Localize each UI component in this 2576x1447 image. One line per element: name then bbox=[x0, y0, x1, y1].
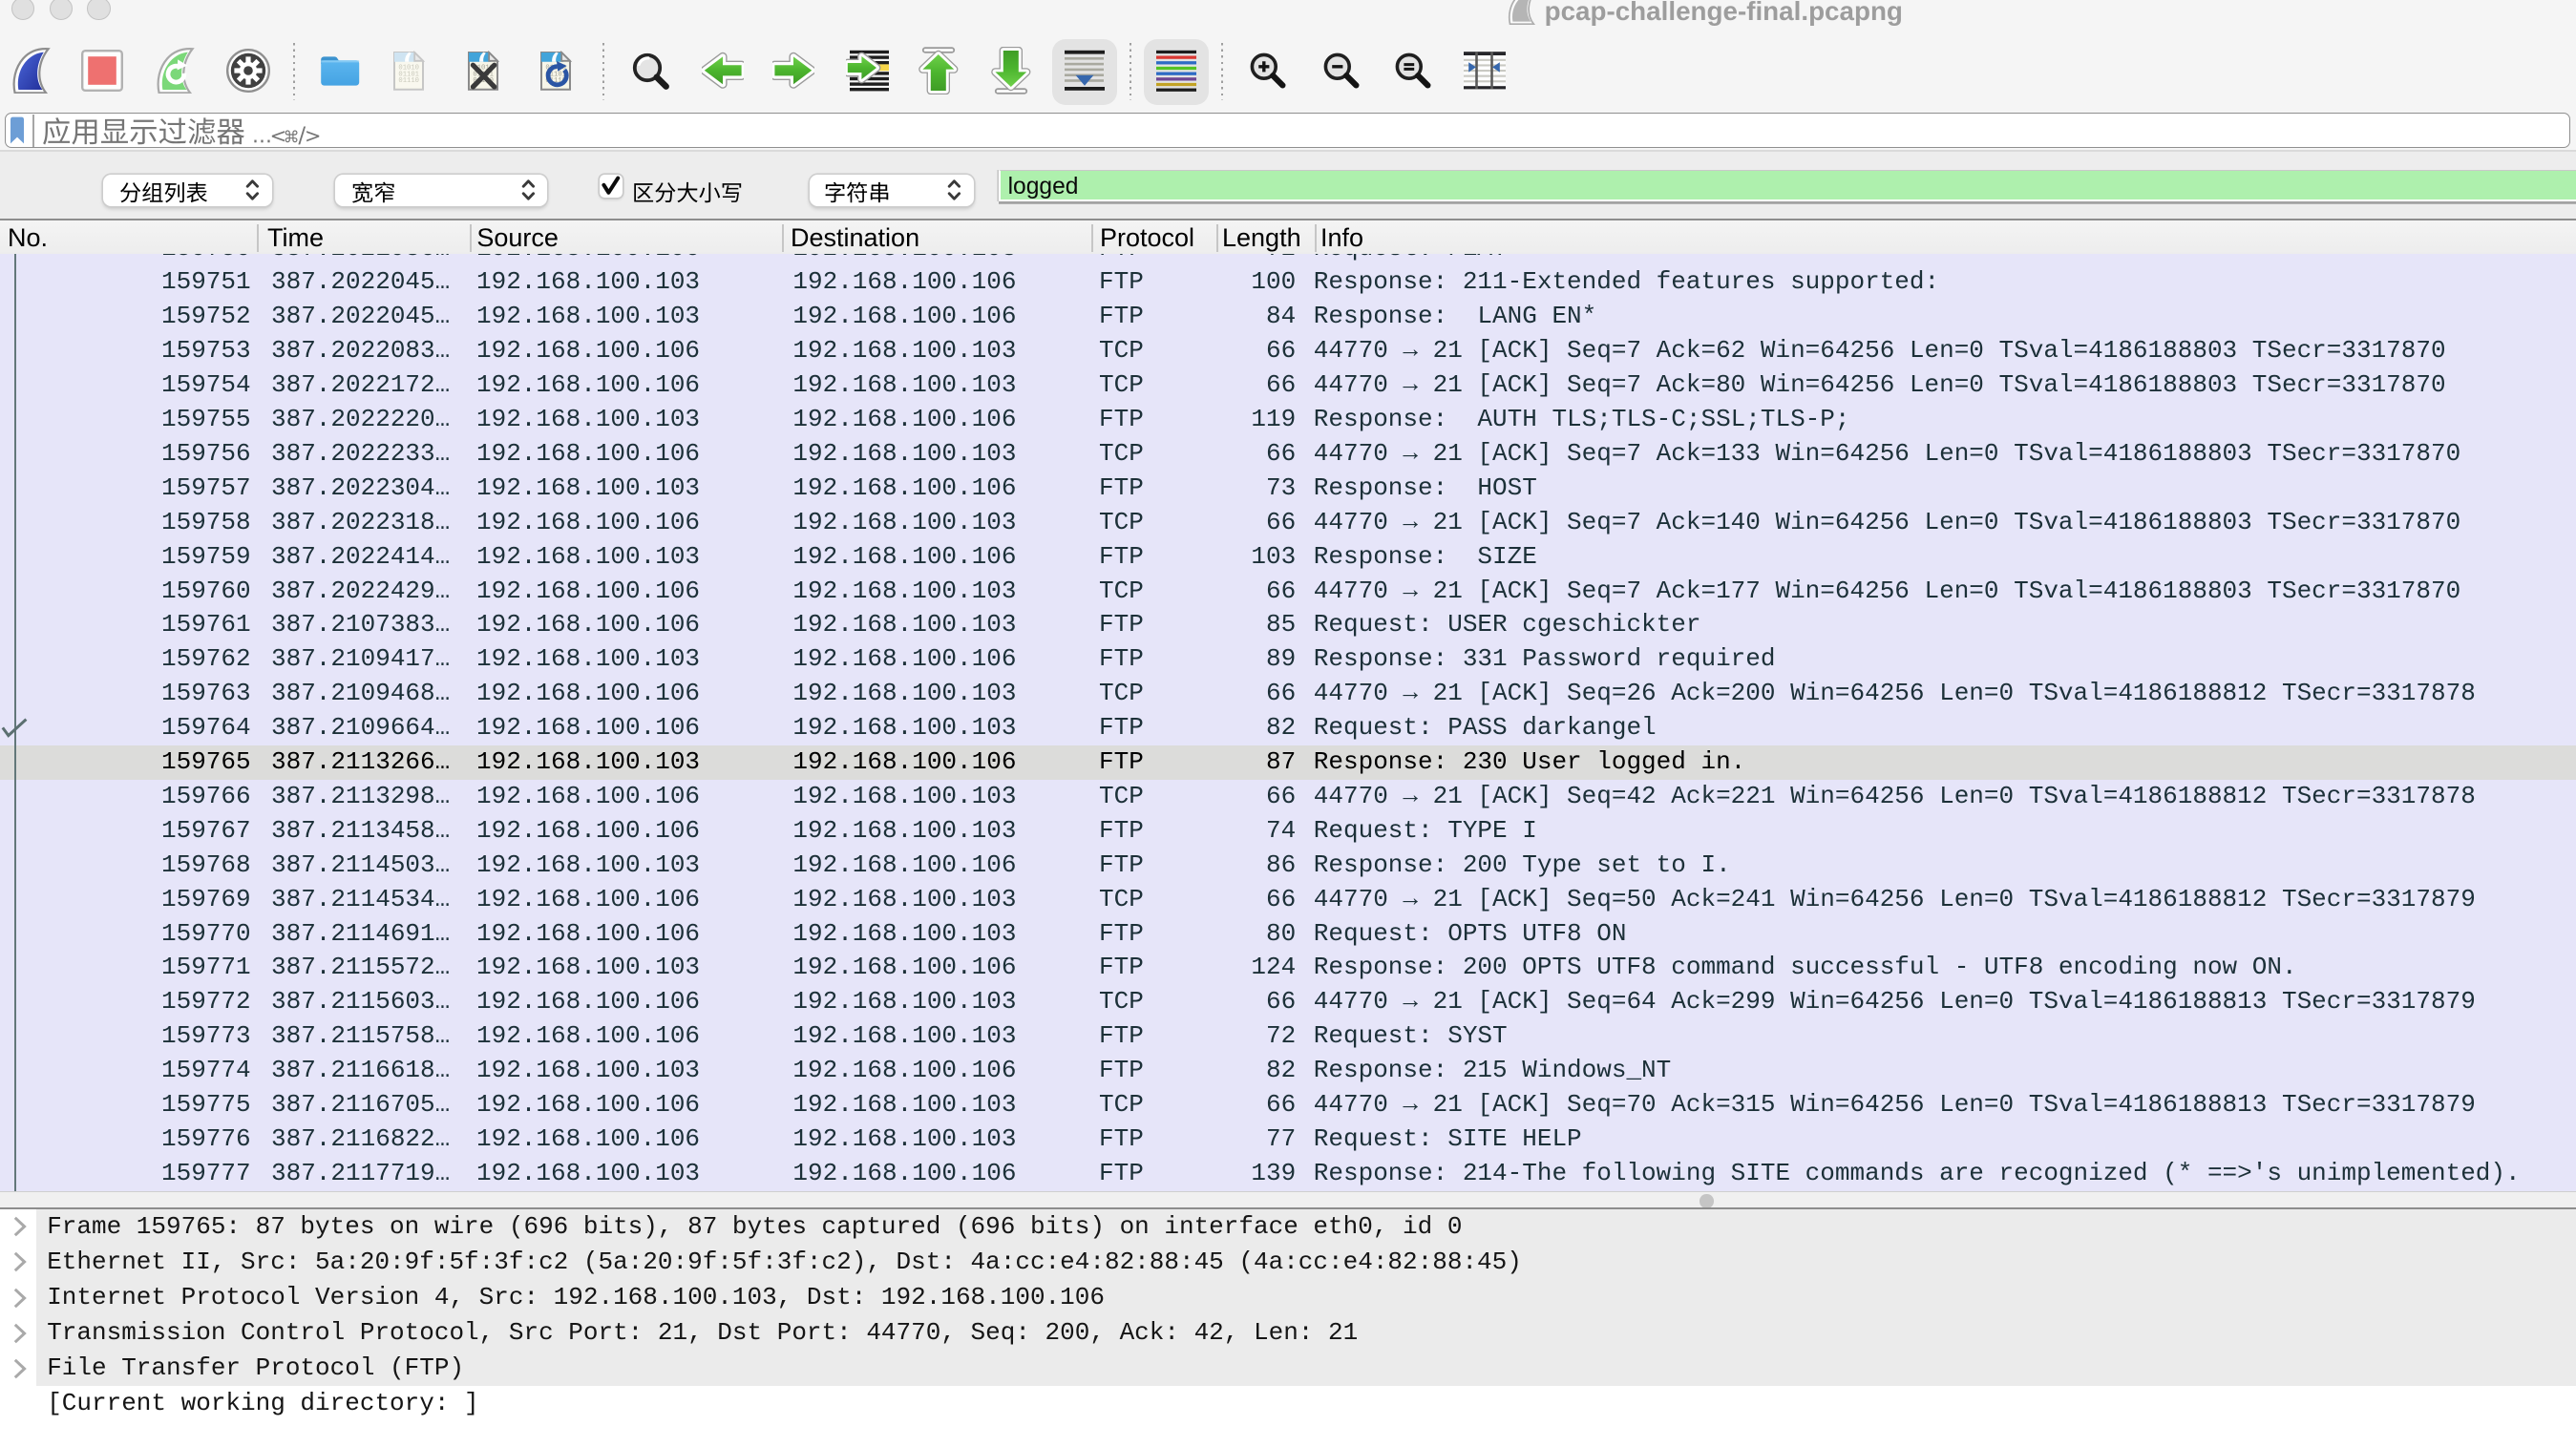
svg-text:01110: 01110 bbox=[398, 77, 419, 85]
